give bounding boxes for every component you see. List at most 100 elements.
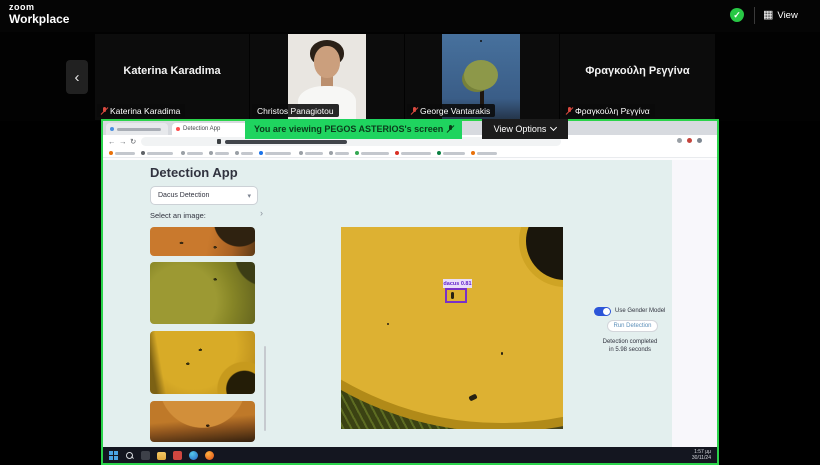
back-icon[interactable]: ←	[108, 137, 116, 146]
topbar-divider	[754, 7, 755, 24]
participant-filmstrip: ‹ Katerina Karadima Katerina Karadima Ch…	[0, 32, 820, 121]
chevron-down-icon: ▾	[247, 192, 257, 200]
bookmark-item[interactable]	[259, 151, 291, 155]
forward-icon[interactable]: →	[119, 137, 127, 146]
file-explorer-icon[interactable]	[157, 452, 166, 460]
streamlit-icon	[176, 127, 180, 131]
taskbar-app-icon[interactable]	[173, 451, 182, 460]
search-icon[interactable]	[125, 451, 134, 460]
taskbar-clock[interactable]: 1:57 μμ 30/11/24	[692, 449, 711, 462]
page-title: Detection App	[150, 165, 238, 180]
toggle-label: Use Gender Model	[615, 308, 665, 314]
chevron-down-icon	[550, 124, 557, 131]
participant-tile-george[interactable]: George Vantarakis	[405, 34, 559, 120]
muted-mic-icon	[412, 107, 417, 115]
bookmark-item[interactable]	[299, 151, 323, 155]
run-detection-button[interactable]: Run Detection	[607, 320, 658, 332]
url-text-unreadable	[225, 140, 347, 144]
detection-bounding-box	[445, 288, 467, 303]
participant-name-chip: Φραγκούλη Ρεγγίνα	[562, 104, 655, 117]
participant-name-label: George Vantarakis	[420, 106, 490, 116]
participant-name-label: Katerina Karadima	[110, 106, 180, 116]
grid-view-icon: ▦	[763, 10, 773, 21]
bookmark-item[interactable]	[181, 151, 203, 155]
photo-speck	[480, 40, 482, 42]
participant-name-chip: George Vantarakis	[407, 104, 495, 117]
reload-icon[interactable]: ↻	[130, 137, 136, 146]
profile-avatar-icon[interactable]	[697, 138, 702, 143]
zoom-meeting-window: zoom Workplace ✓ ▦ View ‹ Katerina Karad…	[0, 0, 820, 465]
bookmark-item[interactable]	[235, 151, 253, 155]
participant-tile-fragkouli[interactable]: Φραγκούλη Ρεγγίνα Φραγκούλη Ρεγγίνα	[560, 34, 715, 120]
participant-name-chip: Christos Panagiotou	[252, 104, 339, 117]
muted-mic-icon	[102, 107, 107, 115]
banner-text: You are viewing PEGOS ASTERIOS's screen	[254, 124, 443, 134]
screen-share-banner: You are viewing PEGOS ASTERIOS's screen	[245, 119, 462, 139]
shared-screen-region: Detection App + ← → ↻	[101, 119, 719, 465]
meeting-security-shield-icon: ✓	[730, 8, 744, 22]
clock-date: 30/11/24	[692, 455, 711, 461]
participant-name-label: Φραγκούλη Ρεγγίνα	[575, 106, 650, 116]
participant-tile-christos[interactable]: Christos Panagiotou	[250, 34, 404, 120]
model-select-value: Dacus Detection	[151, 192, 247, 199]
edge-browser-icon[interactable]	[189, 451, 198, 460]
model-select-dropdown[interactable]: Dacus Detection ▾	[150, 186, 258, 205]
windows-start-icon[interactable]	[109, 451, 118, 460]
bookmark-item[interactable]	[209, 151, 229, 155]
bookmark-item[interactable]	[437, 151, 465, 155]
participant-display-name: Φραγκούλη Ρεγγίνα	[560, 65, 715, 77]
task-view-icon[interactable]	[141, 451, 150, 460]
bookmarks-bar	[103, 148, 717, 158]
view-options-label: View Options	[494, 124, 547, 134]
insect-speck	[501, 352, 503, 355]
detection-box-label: dacus 0.81	[443, 279, 472, 288]
bookmark-item[interactable]	[395, 151, 431, 155]
gender-model-toggle[interactable]	[594, 307, 611, 316]
muted-mic-icon	[567, 107, 572, 115]
bookmark-item[interactable]	[109, 151, 135, 155]
bookmark-item[interactable]	[329, 151, 349, 155]
participant-name-label: Christos Panagiotou	[257, 106, 334, 116]
participant-tile-katerina[interactable]: Katerina Karadima Katerina Karadima	[95, 34, 249, 120]
presenter-muted-mic-icon	[448, 125, 453, 133]
photo-face	[314, 46, 340, 78]
logo-line1: zoom	[9, 3, 69, 12]
toggle-knob	[603, 308, 610, 315]
check-icon: ✓	[733, 10, 741, 21]
image-thumbnail-3[interactable]	[150, 331, 255, 394]
view-button-label: View	[777, 10, 797, 21]
logo-line2: Workplace	[9, 13, 69, 25]
zoom-workplace-logo: zoom Workplace	[9, 3, 69, 25]
bookmark-item[interactable]	[141, 151, 173, 155]
browser-tab-detection-app[interactable]: Detection App	[172, 123, 248, 135]
detection-result-image: dacus 0.81	[341, 227, 563, 429]
windows-taskbar: 1:57 μμ 30/11/24	[103, 447, 717, 463]
select-image-label: Select an image:	[150, 211, 206, 220]
bookmark-item[interactable]	[471, 151, 497, 155]
tab-favicon	[110, 127, 114, 131]
tab-title: Detection App	[183, 126, 220, 132]
thumbnail-scrollbar[interactable]	[264, 346, 266, 431]
image-thumbnail-2[interactable]	[150, 262, 255, 324]
chevron-left-icon: ‹	[75, 69, 80, 86]
image-thumbnail-1[interactable]	[150, 227, 255, 256]
tab-title-unreadable	[117, 128, 161, 131]
participant-display-name: Katerina Karadima	[95, 65, 249, 77]
image-thumbnail-4[interactable]	[150, 401, 255, 442]
lock-icon	[217, 139, 221, 144]
firefox-browser-icon[interactable]	[205, 451, 214, 460]
filmstrip-prev-button[interactable]: ‹	[66, 60, 88, 94]
photo-tree-canopy	[464, 60, 498, 90]
bookmark-item[interactable]	[355, 151, 389, 155]
view-layout-button[interactable]: ▦ View	[763, 7, 798, 24]
page-right-margin	[672, 160, 717, 447]
status-line1: Detection completed	[586, 338, 674, 346]
chevron-right-icon: ›	[260, 208, 263, 218]
browser-tab-1[interactable]	[106, 123, 168, 135]
insect-speck	[387, 323, 389, 325]
zoom-top-bar: zoom Workplace ✓ ▦ View	[0, 0, 820, 32]
participant-name-chip: Katerina Karadima	[97, 104, 185, 117]
view-options-button[interactable]: View Options	[482, 119, 568, 139]
extension-icon[interactable]	[687, 138, 692, 143]
extension-icon[interactable]	[677, 138, 682, 143]
